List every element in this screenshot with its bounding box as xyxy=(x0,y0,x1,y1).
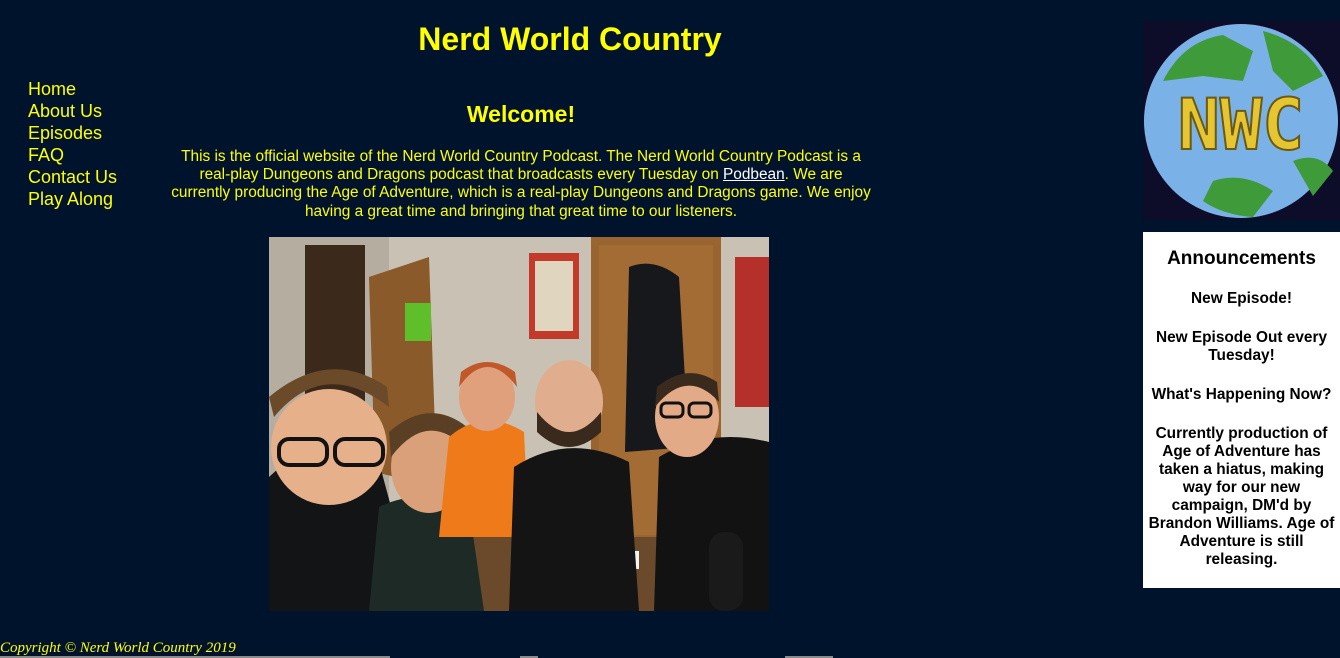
nav-link-faq[interactable]: FAQ xyxy=(28,145,64,165)
nav-link-home[interactable]: Home xyxy=(28,79,76,99)
intro-paragraph: This is the official website of the Nerd… xyxy=(170,148,872,221)
announcement-item: What's Happening Now? xyxy=(1151,386,1332,403)
nav-link-contact-us[interactable]: Contact Us xyxy=(28,167,117,187)
announcements-panel: Announcements New Episode! New Episode O… xyxy=(1143,232,1340,588)
nav-item-episodes: Episodes xyxy=(28,123,117,145)
nav-item-play-along: Play Along xyxy=(28,189,117,211)
nav-link-episodes[interactable]: Episodes xyxy=(28,123,102,143)
nav-item-home: Home xyxy=(28,79,117,101)
copyright-footer: Copyright © Nerd World Country 2019 xyxy=(0,640,236,656)
logo-text: NWC xyxy=(1178,84,1304,166)
nav-item-about-us: About Us xyxy=(28,101,117,123)
main-nav: Home About Us Episodes FAQ Contact Us Pl… xyxy=(28,79,117,211)
announcement-item: New Episode! xyxy=(1191,290,1292,307)
site-title: Nerd World Country xyxy=(418,21,722,57)
page: Nerd World Country Home About Us Episode… xyxy=(0,0,1340,658)
main-content: Welcome! This is the official website of… xyxy=(170,100,872,221)
nav-item-contact-us: Contact Us xyxy=(28,167,117,189)
group-photo xyxy=(269,237,769,611)
announcement-item: Currently production of Age of Adventure… xyxy=(1148,425,1335,568)
announcement-item: New Episode Out every Tuesday! xyxy=(1155,329,1328,364)
nav-item-faq: FAQ xyxy=(28,145,117,167)
welcome-heading: Welcome! xyxy=(466,101,576,127)
nav-link-play-along[interactable]: Play Along xyxy=(28,189,113,209)
podbean-link[interactable]: Podbean xyxy=(723,166,785,183)
announcements-heading: Announcements xyxy=(1167,248,1316,269)
nav-link-about-us[interactable]: About Us xyxy=(28,101,102,121)
nwc-logo: NWC xyxy=(1143,21,1340,220)
